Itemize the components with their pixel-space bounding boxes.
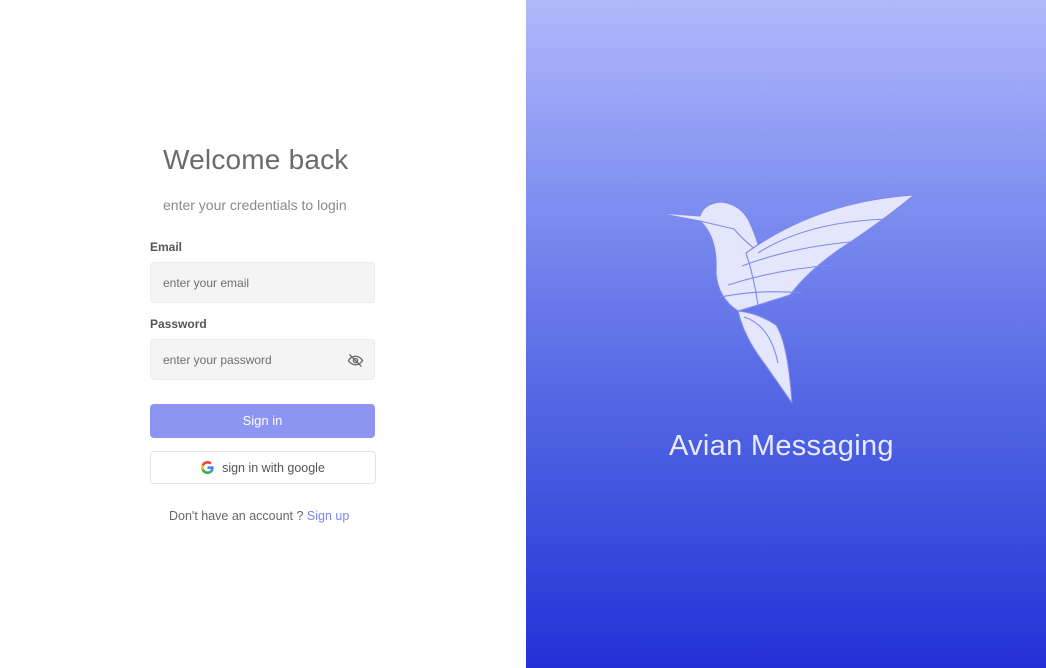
signup-prompt: Don't have an account ? Sign up — [169, 509, 349, 523]
google-icon — [201, 461, 214, 474]
eye-off-icon[interactable] — [347, 352, 364, 369]
no-account-text: Don't have an account ? — [169, 509, 304, 523]
email-input[interactable] — [151, 263, 338, 302]
google-sign-in-button[interactable]: sign in with google — [150, 451, 376, 484]
password-label: Password — [150, 317, 207, 331]
email-label: Email — [150, 240, 183, 254]
google-sign-in-label: sign in with google — [222, 460, 325, 475]
sign-in-button[interactable]: Sign in — [150, 404, 375, 438]
page-subtitle: enter your credentials to login — [163, 197, 347, 213]
sign-up-link[interactable]: Sign up — [307, 509, 349, 523]
hummingbird-logo — [658, 194, 915, 404]
brand-name: Avian Messaging — [669, 430, 894, 462]
login-panel: Welcome back enter your credentials to l… — [0, 0, 526, 668]
page-title: Welcome back — [163, 144, 349, 175]
password-field-container — [150, 339, 375, 380]
brand-panel: Avian Messaging — [526, 0, 1046, 668]
password-input[interactable] — [151, 340, 338, 379]
email-field-container — [150, 262, 375, 303]
